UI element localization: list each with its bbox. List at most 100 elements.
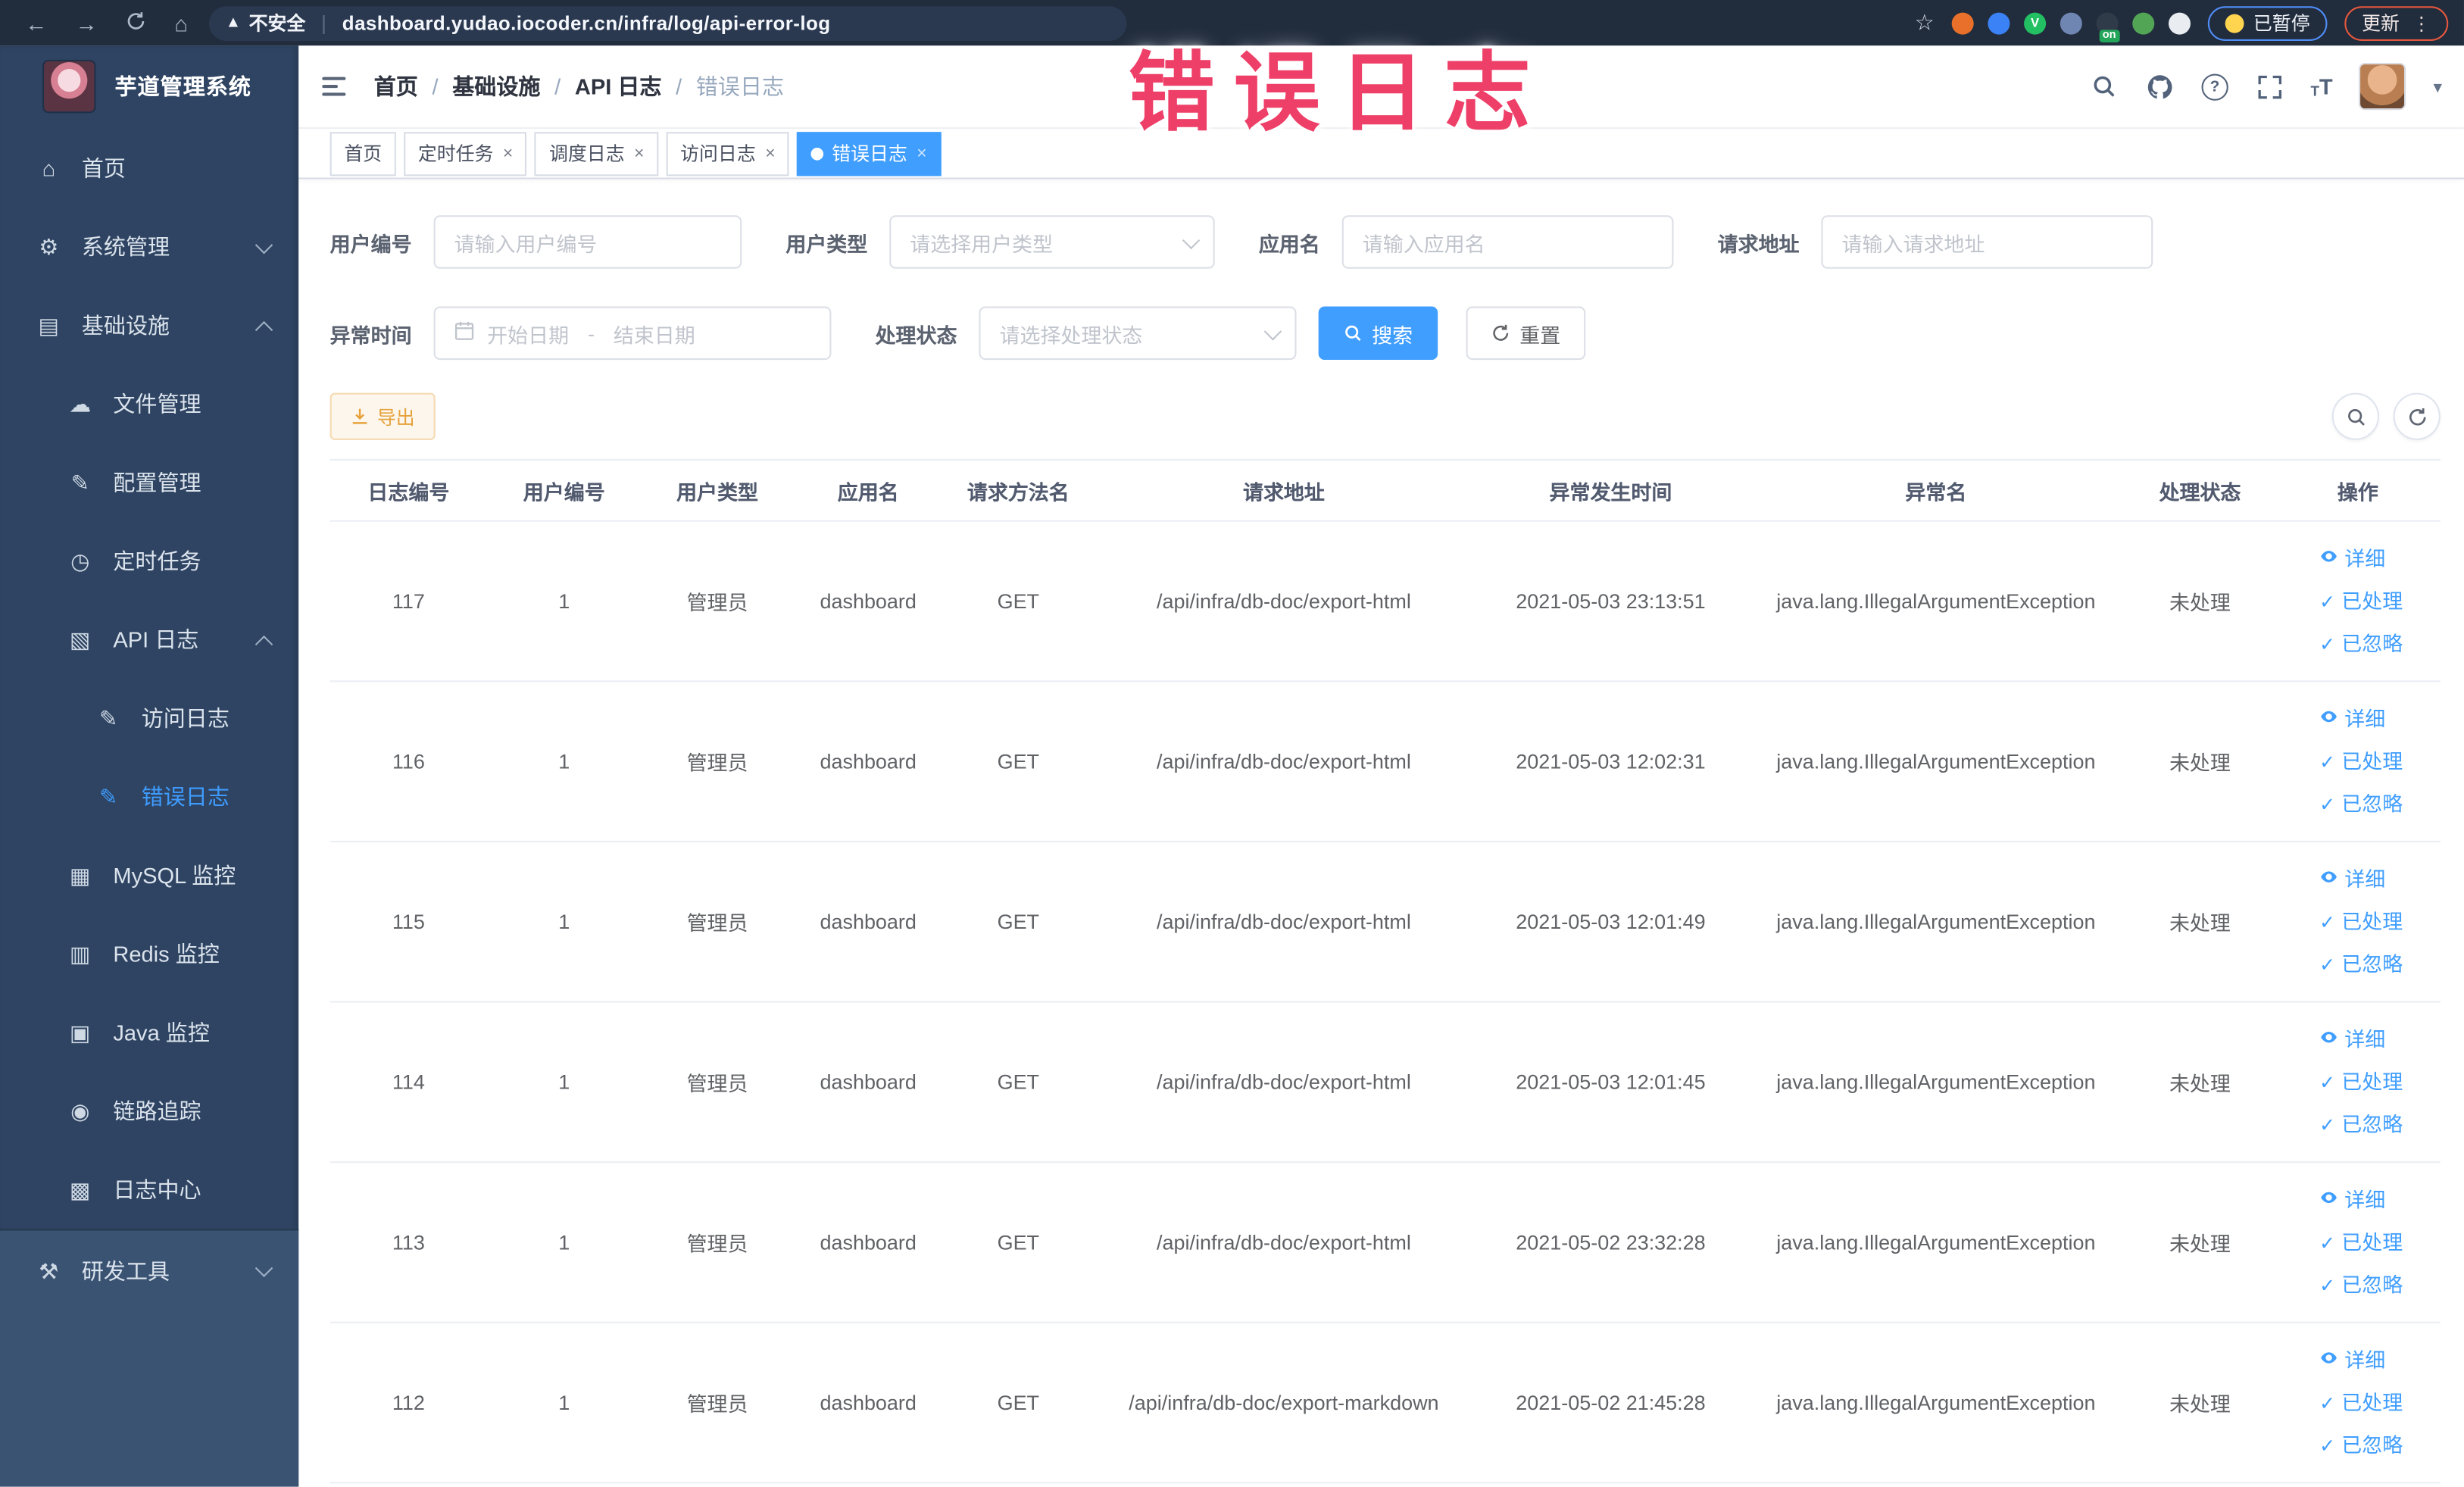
cell-user_id: 1 (558, 589, 570, 614)
user-type-select[interactable]: 请选择用户类型 (889, 215, 1215, 269)
chevron-down-icon[interactable]: ▾ (2433, 77, 2441, 97)
sidebar-item-mysql-monitor[interactable]: ▦ MySQL 监控 (0, 836, 298, 915)
detail-link[interactable]: 详细 (2319, 1028, 2385, 1051)
ignored-link[interactable]: ✓ 已忽略 (2319, 633, 2403, 655)
ignored-link[interactable]: ✓ 已忽略 (2319, 793, 2403, 816)
extension-orange-icon[interactable] (1951, 11, 1974, 34)
breadcrumb-item[interactable]: API 日志 (575, 70, 662, 102)
sidebar-item-access-log[interactable]: ✎ 访问日志 (0, 679, 298, 758)
processed-link[interactable]: ✓ 已处理 (2319, 1392, 2403, 1414)
sidebar-item-infrastructure[interactable]: ▤ 基础设施 (0, 286, 298, 365)
breadcrumb-item[interactable]: 首页 (374, 70, 418, 102)
sidebar-item-error-log[interactable]: ✎ 错误日志 (0, 758, 298, 836)
cell-app: dashboard (820, 1070, 917, 1094)
close-icon[interactable]: × (503, 144, 513, 163)
fullscreen-icon[interactable] (2256, 72, 2284, 100)
request-url-input[interactable]: 请输入请求地址 (1821, 215, 2153, 269)
detail-link[interactable]: 详细 (2319, 867, 2385, 891)
sidebar-item-config-manager[interactable]: ✎ 配置管理 (0, 443, 298, 522)
sidebar-item-home[interactable]: ⌂ 首页 (0, 129, 298, 208)
search-icon[interactable] (2091, 72, 2119, 100)
sidebar-item-devtools[interactable]: ⚒ 研发工具 (0, 1230, 298, 1312)
update-label: 更新 (2362, 12, 2400, 35)
browser-back-icon[interactable]: ← (25, 10, 47, 35)
menu-fold-icon[interactable] (322, 77, 346, 96)
chevron-up-icon (255, 320, 273, 339)
check-icon: ✓ (2319, 1071, 2335, 1094)
cell-app: dashboard (820, 589, 917, 614)
ignored-link[interactable]: ✓ 已忽略 (2319, 1114, 2403, 1136)
user-avatar[interactable] (2359, 62, 2407, 111)
extension-leaf-icon[interactable] (2132, 11, 2155, 34)
paused-profile-pill[interactable]: 已暂停 (2207, 5, 2328, 40)
close-icon[interactable]: × (634, 144, 644, 163)
user-id-input[interactable]: 请输入用户编号 (433, 215, 742, 269)
browser-refresh-icon[interactable] (126, 10, 146, 35)
export-button[interactable]: 导出 (329, 392, 436, 440)
app-name-input[interactable]: 请输入应用名 (1341, 215, 1674, 269)
refresh-button[interactable] (2393, 392, 2441, 440)
detail-link[interactable]: 详细 (2319, 1188, 2385, 1211)
security-badge[interactable]: ▲ 不安全 (226, 9, 306, 36)
processed-link[interactable]: ✓ 已处理 (2319, 911, 2403, 933)
search-button[interactable]: 搜索 (1318, 306, 1438, 361)
cell-id: 115 (392, 910, 425, 934)
cell-exception: java.lang.IllegalArgumentException (1776, 589, 2096, 614)
address-bar[interactable]: ▲ 不安全 | dashboard.yudao.iocoder.cn/infra… (209, 5, 1128, 40)
reset-button[interactable]: 重置 (1466, 306, 1586, 361)
cell-method: GET (997, 589, 1040, 614)
filter-row-2: 异常时间 开始日期 - 结束日期 处理状态 请选择处理状态 搜索 重置 (330, 306, 2464, 361)
browser-forward-icon[interactable]: → (76, 10, 98, 35)
ignored-link[interactable]: ✓ 已忽略 (2319, 1434, 2403, 1457)
sidebar-item-gear[interactable]: ⚙ 系统管理 (0, 208, 298, 286)
close-icon[interactable]: × (765, 144, 775, 163)
tab-调度日志[interactable]: 调度日志 × (535, 131, 659, 176)
ignored-link[interactable]: ✓ 已忽略 (2319, 1273, 2403, 1296)
tab-首页[interactable]: 首页 (329, 131, 396, 176)
sidebar-item-api-log[interactable]: ▧ API 日志 (0, 600, 298, 679)
app-logo[interactable]: 芋道管理系统 (0, 45, 298, 127)
processed-link[interactable]: ✓ 已处理 (2319, 1071, 2403, 1094)
cell-user_id: 1 (558, 1391, 570, 1415)
config-manager-icon: ✎ (70, 469, 89, 495)
tab-访问日志[interactable]: 访问日志 × (666, 131, 790, 176)
extension-blue-shield-icon[interactable] (1988, 11, 2010, 34)
sidebar-item-log-center[interactable]: ▩ 日志中心 (0, 1151, 298, 1229)
sidebar-item-label: 日志中心 (113, 1176, 201, 1203)
extension-dark-icon[interactable]: on (2096, 11, 2119, 42)
cell-url: /api/infra/db-doc/export-markdown (1129, 1391, 1439, 1415)
close-icon[interactable]: × (917, 144, 926, 163)
sidebar-item-trace[interactable]: ◉ 链路追踪 (0, 1072, 298, 1151)
help-icon[interactable]: ? (2200, 72, 2228, 100)
processed-link[interactable]: ✓ 已处理 (2319, 590, 2403, 613)
detail-link[interactable]: 详细 (2319, 1348, 2385, 1372)
breadcrumb-item[interactable]: 基础设施 (452, 70, 540, 102)
extension-green-v-icon[interactable]: V (2024, 11, 2047, 34)
sidebar-item-scheduled-task[interactable]: ◷ 定时任务 (0, 522, 298, 601)
request-url-placeholder: 请输入请求地址 (1841, 232, 1985, 256)
ignored-link[interactable]: ✓ 已忽略 (2319, 953, 2403, 976)
browser-update-button[interactable]: 更新 ⋮ (2344, 5, 2449, 40)
browser-menu-icon[interactable]: ⋮ (2412, 12, 2431, 34)
github-icon[interactable] (2146, 72, 2174, 100)
detail-link[interactable]: 详细 (2319, 708, 2385, 731)
process-status-select[interactable]: 请选择处理状态 (979, 306, 1297, 361)
hide-search-button[interactable] (2331, 392, 2379, 440)
sidebar-item-file-manager[interactable]: ☁ 文件管理 (0, 364, 298, 443)
sidebar-item-redis-monitor[interactable]: ▥ Redis 监控 (0, 914, 298, 993)
tab-错误日志[interactable]: 错误日志 × (797, 131, 942, 176)
security-label: 不安全 (248, 12, 306, 35)
detail-link[interactable]: 详细 (2319, 547, 2385, 570)
processed-link[interactable]: ✓ 已处理 (2319, 1231, 2403, 1254)
font-size-icon[interactable]: TT (2311, 74, 2333, 99)
bookmark-star-icon[interactable]: ☆ (1915, 9, 1935, 36)
sidebar-item-java-monitor[interactable]: ▣ Java 监控 (0, 993, 298, 1072)
exception-time-range-picker[interactable]: 开始日期 - 结束日期 (433, 306, 832, 361)
processed-link[interactable]: ✓ 已处理 (2319, 751, 2403, 773)
browser-home-icon[interactable]: ⌂ (174, 10, 188, 35)
extension-grid-icon[interactable] (2060, 11, 2082, 34)
extension-puzzle-icon[interactable] (2168, 11, 2191, 34)
column-header: 操作 (2337, 480, 2378, 504)
cell-url: /api/infra/db-doc/export-html (1157, 589, 1411, 614)
tab-定时任务[interactable]: 定时任务 × (404, 131, 527, 176)
